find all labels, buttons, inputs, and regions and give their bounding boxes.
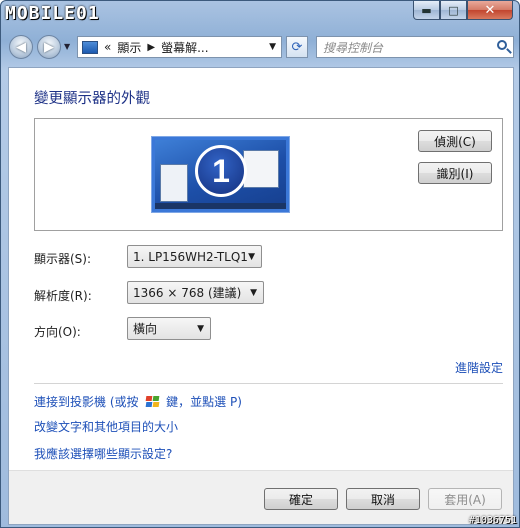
resolution-label: 解析度(R):	[34, 289, 92, 303]
connect-projector-link[interactable]: 連接到投影機 (或按 鍵，並點選 P)	[34, 393, 242, 410]
which-settings-link[interactable]: 我應該選擇哪些顯示設定?	[34, 445, 172, 462]
apply-button[interactable]: 套用(A)	[428, 488, 502, 510]
image-id-tag: #1036751	[468, 515, 517, 526]
chevron-down-icon[interactable]: ▼	[269, 42, 276, 52]
detect-button[interactable]: 偵測(C)	[418, 130, 492, 152]
chevron-down-icon: ▼	[250, 288, 257, 298]
display-preview: 1 偵測(C) 識別(I)	[34, 118, 503, 231]
monitor-window-left	[160, 164, 188, 202]
recent-pages-dropdown-icon[interactable]: ▼	[64, 42, 70, 51]
search-placeholder: 搜尋控制台	[323, 40, 384, 55]
monitor-thumbnail[interactable]: 1	[151, 136, 290, 213]
window-controls: ▬ □ ✕	[413, 1, 513, 20]
orientation-select-value: 橫向	[133, 322, 158, 336]
close-button[interactable]: ✕	[467, 1, 513, 20]
search-icon[interactable]	[497, 40, 507, 50]
navigation-bar: ◀ ▶ ▼ « 顯示 ▶ 螢幕解... ▼ ⟳ 搜尋控制台	[7, 33, 515, 61]
maximize-button[interactable]: □	[440, 1, 467, 20]
title-bar: MOBILE01 ▬ □ ✕	[1, 1, 519, 29]
advanced-settings-link[interactable]: 進階設定	[455, 359, 503, 376]
chevron-down-icon: ▼	[197, 324, 204, 334]
ok-button[interactable]: 確定	[264, 488, 338, 510]
resolution-select-value: 1366 × 768 (建議)	[133, 286, 242, 300]
chevron-down-icon: ▼	[248, 252, 255, 262]
resolution-select[interactable]: 1366 × 768 (建議) ▼	[127, 281, 264, 304]
text-size-link[interactable]: 改變文字和其他項目的大小	[34, 418, 178, 435]
monitor-number-badge: 1	[195, 145, 247, 197]
control-panel-window: MOBILE01 ▬ □ ✕ ◀ ▶ ▼ « 顯示 ▶ 螢幕解... ▼ ⟳ 搜…	[0, 0, 520, 528]
display-select-value: 1. LP156WH2-TLQ1	[133, 249, 248, 264]
monitor-window-right	[243, 150, 279, 188]
projector-link-suffix: 鍵，並點選 P)	[166, 395, 242, 409]
page-title: 變更顯示器的外觀	[34, 91, 150, 107]
refresh-button[interactable]: ⟳	[286, 36, 308, 58]
breadcrumb-item-display[interactable]: 顯示	[117, 39, 141, 56]
divider	[34, 383, 503, 384]
windows-logo-icon	[145, 395, 160, 408]
control-panel-icon	[82, 40, 98, 54]
display-select[interactable]: 1. LP156WH2-TLQ1 ▼	[127, 245, 262, 268]
back-button[interactable]: ◀	[9, 35, 33, 59]
identify-button[interactable]: 識別(I)	[418, 162, 492, 184]
projector-link-prefix: 連接到投影機 (或按	[34, 395, 139, 409]
minimize-button[interactable]: ▬	[413, 1, 440, 20]
orientation-select[interactable]: 橫向 ▼	[127, 317, 211, 340]
chevron-right-icon[interactable]: ▶	[147, 42, 155, 53]
watermark-logo: MOBILE01	[5, 3, 100, 24]
display-label: 顯示器(S):	[34, 252, 92, 266]
main-content: 變更顯示器的外觀 1 偵測(C) 識別(I) 顯示器(S): 1. LP156W…	[8, 67, 514, 525]
address-bar[interactable]: « 顯示 ▶ 螢幕解... ▼	[77, 36, 282, 58]
monitor-taskbar	[155, 203, 286, 209]
cancel-button[interactable]: 取消	[346, 488, 420, 510]
forward-button[interactable]: ▶	[37, 35, 61, 59]
breadcrumb-prefix[interactable]: «	[104, 40, 111, 54]
breadcrumb-item-resolution[interactable]: 螢幕解...	[161, 39, 208, 56]
dialog-footer: 確定 取消 套用(A)	[9, 470, 513, 524]
search-input[interactable]: 搜尋控制台	[316, 36, 514, 58]
orientation-label: 方向(O):	[34, 325, 81, 339]
